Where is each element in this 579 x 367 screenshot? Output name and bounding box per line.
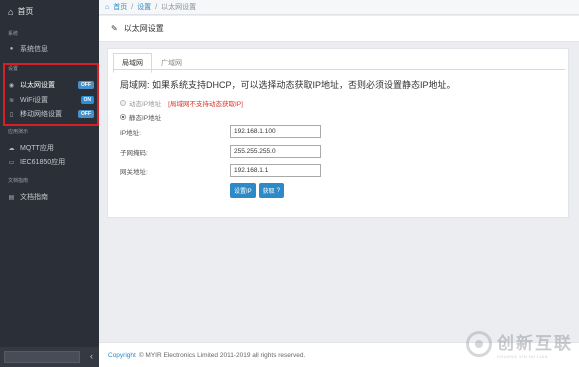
sidebar-section-system: 系统 <box>8 31 19 37</box>
sidebar-item-label: MQTT应用 <box>20 145 54 152</box>
tab-bar: 局域网 广域网 <box>113 53 191 73</box>
sidebar-home[interactable]: ⌂ 首页 <box>8 6 33 17</box>
sidebar-item-system-info[interactable]: ● 系统信息 <box>8 44 94 54</box>
ethernet-settings-card: 局域网 广域网 局域网: 如果系统支持DHCP，可以选择动态获取IP地址，否则必… <box>107 48 569 218</box>
sidebar-item-iec61850[interactable]: ▭ IEC61850应用 <box>8 157 94 167</box>
set-ip-button-label: 设置IP <box>234 189 252 195</box>
sidebar-item-docs[interactable]: ▤ 文档指南 <box>8 192 94 202</box>
sidebar-search-input[interactable] <box>4 351 80 363</box>
tab-wan[interactable]: 广域网 <box>152 53 191 73</box>
breadcrumb-separator: / <box>155 3 158 11</box>
button-group: 设置IP 获取 ? <box>230 183 285 198</box>
sidebar-section-apps: 应用演示 <box>8 129 29 135</box>
breadcrumb-home[interactable]: 首页 <box>113 2 127 12</box>
ip-address-label: IP地址: <box>120 129 141 137</box>
dynamic-ip-warning: [局域网不支持动态获取IP] <box>168 101 243 108</box>
subnet-mask-row: 子网掩码: <box>120 145 321 158</box>
sidebar-section-docs: 文档指南 <box>8 178 29 184</box>
radio-button[interactable] <box>120 114 126 120</box>
cloud-icon: ☁ <box>8 145 15 152</box>
sidebar-item-label: 文档指南 <box>20 194 48 201</box>
wrench-icon: ✎ <box>111 24 118 33</box>
subnet-mask-label: 子网掩码: <box>120 149 148 157</box>
radio-static-ip[interactable]: 静态IP地址 <box>120 112 161 122</box>
sidebar-item-mqtt[interactable]: ☁ MQTT应用 <box>8 143 94 153</box>
book-icon: ▤ <box>8 194 15 201</box>
tab-lan[interactable]: 局域网 <box>113 53 152 73</box>
copyright-text: © MYIR Electronics Limited 2011-2019 all… <box>138 351 306 359</box>
ip-address-input[interactable] <box>230 125 321 138</box>
get-ip-button-label: 获取 <box>262 189 275 195</box>
watermark-icon <box>466 331 492 357</box>
info-icon: ● <box>9 46 14 52</box>
watermark-logo: 创新互联 CHUANG XIN HU LIAN <box>466 329 573 359</box>
sidebar-footer: ‹ <box>0 347 99 367</box>
subnet-mask-input[interactable] <box>230 145 321 158</box>
breadcrumb-separator: / <box>131 3 134 11</box>
radio-button[interactable] <box>120 100 126 106</box>
copyright-word: Copyright <box>108 351 136 359</box>
tab-divider <box>113 69 565 70</box>
home-icon: ⌂ <box>8 6 14 17</box>
home-icon[interactable]: ⌂ <box>105 4 109 11</box>
collapse-sidebar-icon[interactable]: ‹ <box>90 351 93 361</box>
radio-dynamic-ip[interactable]: 动态IP地址 [局域网不支持动态获取IP] <box>120 98 243 108</box>
watermark-main-text: 创新互联 <box>497 334 573 353</box>
sidebar-item-label: 系统信息 <box>20 46 48 53</box>
page-header: ✎ 以太网设置 <box>99 16 579 42</box>
gateway-label: 网关地址: <box>120 168 148 176</box>
get-ip-button[interactable]: 获取 ? <box>258 183 285 198</box>
watermark-sub-text: CHUANG XIN HU LIAN <box>497 354 549 359</box>
lan-description: 局域网: 如果系统支持DHCP，可以选择动态获取IP地址，否则必须设置静态IP地… <box>120 80 456 90</box>
breadcrumb: ⌂ 首页 / 设置 / 以太网设置 <box>99 0 579 15</box>
gateway-input[interactable] <box>230 164 321 177</box>
sidebar-home-label: 首页 <box>17 7 34 16</box>
sidebar-item-label: IEC61850应用 <box>20 159 66 166</box>
monitor-icon: ▭ <box>8 159 15 166</box>
sidebar: ⌂ 首页 系统 ● 系统信息 设置 ◉ 以太网设置 OFF ≋ WiFi设置 O… <box>0 0 99 367</box>
breadcrumb-current: 以太网设置 <box>161 4 197 11</box>
breadcrumb-settings[interactable]: 设置 <box>137 2 151 12</box>
set-ip-button[interactable]: 设置IP <box>230 183 256 198</box>
question-icon: ? <box>276 187 281 194</box>
radio-label: 动态IP地址 <box>129 101 162 108</box>
highlight-box <box>3 63 99 126</box>
gateway-row: 网关地址: <box>120 164 321 177</box>
radio-label: 静态IP地址 <box>129 115 162 122</box>
ip-address-row: IP地址: <box>120 125 321 138</box>
page-title: 以太网设置 <box>123 24 164 33</box>
